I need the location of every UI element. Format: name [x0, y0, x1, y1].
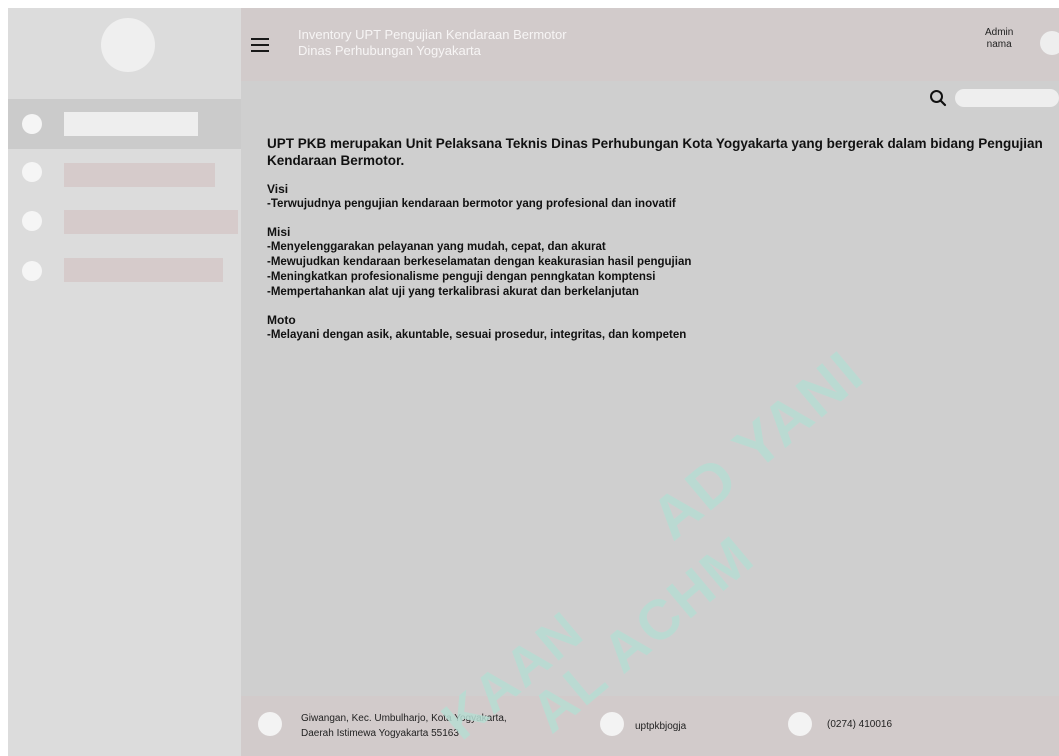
app-title-line1: Inventory UPT Pengujian Kendaraan Bermot…: [298, 27, 567, 42]
sidebar: [8, 8, 241, 756]
sidebar-item-4[interactable]: [8, 249, 241, 299]
visi-section: Visi -Terwujudnya pengujian kendaraan be…: [267, 182, 1057, 212]
sidebar-item-icon: [22, 261, 42, 281]
avatar[interactable]: [1040, 31, 1059, 55]
misi-item: -Mewujudkan kendaraan berkeselamatan den…: [267, 256, 692, 268]
logo: [101, 18, 155, 72]
instagram-icon: [600, 712, 624, 736]
sidebar-item-icon: [22, 211, 42, 231]
phone-icon: [788, 712, 812, 736]
header-bar: Inventory UPT Pengujian Kendaraan Bermot…: [241, 8, 1059, 81]
misi-title: Misi: [267, 225, 291, 239]
footer-address: Giwangan, Kec. Umbulharjo, Kota Yogyakar…: [301, 711, 507, 741]
sidebar-item-label: [64, 258, 223, 282]
moto-title: Moto: [267, 313, 296, 327]
address-line2: Daerah Istimewa Yogyakarta 55163: [301, 728, 459, 739]
footer-instagram[interactable]: uptpkbjogja: [635, 719, 686, 734]
sidebar-item-label: [64, 112, 198, 136]
main-content: UPT PKB merupakan Unit Pelaksana Teknis …: [241, 81, 1059, 696]
sidebar-item-label: [64, 163, 215, 187]
about-section: UPT PKB merupakan Unit Pelaksana Teknis …: [267, 135, 1057, 356]
location-icon: [258, 712, 282, 736]
sidebar-item-3[interactable]: [8, 199, 241, 249]
footer: Giwangan, Kec. Umbulharjo, Kota Yogyakar…: [241, 696, 1059, 756]
sidebar-item-label: [64, 210, 238, 234]
footer-phone[interactable]: (0274) 410016: [827, 717, 892, 732]
sidebar-item-icon: [22, 162, 42, 182]
app-title: Inventory UPT Pengujian Kendaraan Bermot…: [298, 27, 567, 59]
misi-item: -Meningkatkan profesionalisme penguji de…: [267, 271, 656, 283]
search-input[interactable]: [955, 89, 1059, 107]
sidebar-item-1[interactable]: [8, 99, 241, 149]
misi-section: Misi -Menyelenggarakan pelayanan yang mu…: [267, 225, 1057, 300]
sidebar-item-2[interactable]: [8, 149, 241, 199]
moto-item: -Melayani dengan asik, akuntable, sesuai…: [267, 329, 687, 341]
sidebar-item-icon: [22, 114, 42, 134]
moto-section: Moto -Melayani dengan asik, akuntable, s…: [267, 313, 1057, 343]
misi-item: -Menyelenggarakan pelayanan yang mudah, …: [267, 241, 606, 253]
address-line1: Giwangan, Kec. Umbulharjo, Kota Yogyakar…: [301, 713, 507, 724]
search-icon[interactable]: [929, 89, 947, 107]
visi-title: Visi: [267, 182, 289, 196]
visi-item: -Terwujudnya pengujian kendaraan bermoto…: [267, 198, 676, 210]
misi-item: -Mempertahankan alat uji yang terkalibra…: [267, 286, 639, 298]
app-title-line2: Dinas Perhubungan Yogyakarta: [298, 43, 481, 58]
about-intro: UPT PKB merupakan Unit Pelaksana Teknis …: [267, 136, 1043, 168]
user-role: Admin: [985, 27, 1014, 38]
hamburger-icon[interactable]: [251, 38, 269, 52]
user-info[interactable]: Admin nama: [985, 27, 1013, 51]
user-name: nama: [986, 39, 1012, 50]
